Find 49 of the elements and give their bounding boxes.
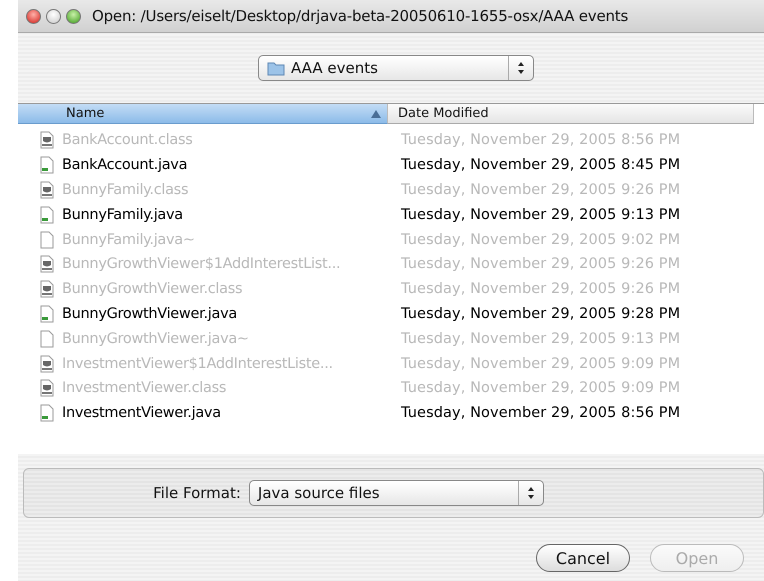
file-name[interactable]: BankAccount.java — [62, 157, 188, 174]
zoom-button[interactable] — [66, 8, 81, 24]
file-name: BunnyGrowthViewer.java~ — [62, 330, 249, 347]
coffee-cup-file-icon — [40, 280, 54, 298]
dialog-button[interactable]: Cancel — [536, 544, 630, 572]
file-name[interactable]: BunnyGrowthViewer.java — [62, 306, 237, 322]
file-name: BankAccount.class — [62, 132, 192, 148]
java-file-icon — [40, 156, 54, 174]
stepper-icon — [526, 486, 535, 500]
date-modified: Tuesday, November 29, 2005 9:02 PM — [400, 232, 680, 248]
file-name: InvestmentViewer.class — [62, 380, 226, 396]
file-name: BunnyGrowthViewer$1AddInterestList... — [62, 256, 340, 272]
file-name: InvestmentViewer$1AddInterestListe... — [62, 356, 333, 372]
file-name[interactable]: BunnyFamily.java — [62, 206, 183, 223]
document-icon — [40, 230, 54, 249]
file-name: BunnyFamily.java~ — [62, 232, 195, 248]
java-file-icon — [40, 206, 54, 224]
date-modified: Tuesday, November 29, 2005 9:13 PM — [400, 206, 680, 223]
date-modified: Tuesday, November 29, 2005 8:56 PM — [400, 132, 680, 148]
date-modified: Tuesday, November 29, 2005 9:09 PM — [400, 356, 680, 372]
java-file-icon — [40, 404, 54, 422]
minimize-button[interactable] — [46, 8, 61, 24]
file-name: BunnyFamily.class — [62, 182, 188, 198]
window-title: Open: /Users/eiselt/Desktop/drjava-beta-20050610-1655-osx/AAA events — [92, 7, 628, 25]
date-modified: Tuesday, November 29, 2005 8:45 PM — [400, 157, 680, 174]
folder-icon — [267, 60, 285, 76]
coffee-cup-file-icon — [40, 255, 54, 274]
file-format-popup[interactable]: Java source files — [248, 480, 544, 506]
file-name: BunnyGrowthViewer.class — [62, 281, 242, 298]
close-button[interactable] — [26, 8, 41, 24]
column-header[interactable]: Name — [18, 104, 388, 124]
document-icon — [40, 330, 54, 348]
column-header[interactable]: Date Modified — [388, 104, 754, 124]
date-modified: Tuesday, November 29, 2005 9:28 PM — [400, 306, 680, 322]
coffee-cup-file-icon — [40, 379, 54, 398]
file-format-label: File Format: — [153, 484, 241, 502]
date-modified: Tuesday, November 29, 2005 9:26 PM — [400, 182, 680, 198]
coffee-cup-file-icon — [40, 131, 54, 150]
date-modified: Tuesday, November 29, 2005 9:26 PM — [400, 256, 680, 272]
date-modified: Tuesday, November 29, 2005 9:13 PM — [400, 330, 680, 347]
date-modified: Tuesday, November 29, 2005 9:09 PM — [400, 380, 680, 396]
coffee-cup-file-icon — [40, 354, 54, 373]
location-popup[interactable]: AAA events — [258, 55, 534, 81]
coffee-cup-file-icon — [40, 180, 54, 199]
java-file-icon — [40, 304, 54, 323]
stepper-icon — [517, 61, 525, 75]
file-name[interactable]: InvestmentViewer.java — [62, 405, 221, 422]
date-modified: Tuesday, November 29, 2005 9:26 PM — [400, 281, 680, 298]
date-modified: Tuesday, November 29, 2005 8:56 PM — [400, 405, 680, 422]
